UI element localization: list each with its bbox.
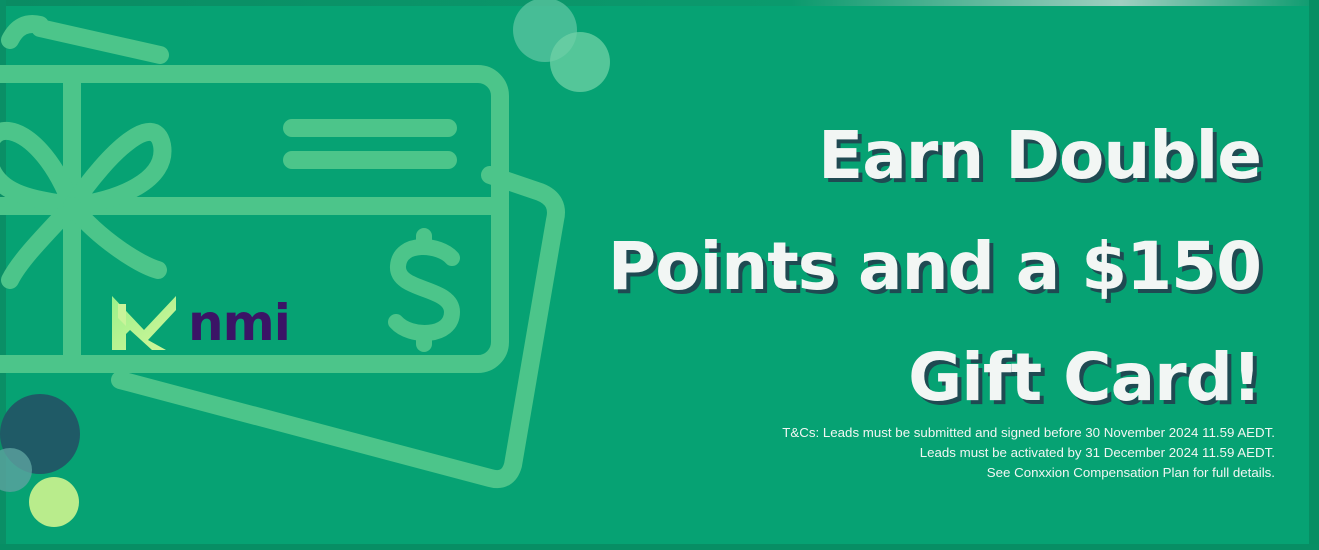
bottom-edge bbox=[0, 544, 1319, 550]
headline-line-3: Gift Card! bbox=[908, 339, 1262, 416]
terms-line-1: T&Cs: Leads must be submitted and signed… bbox=[782, 425, 1275, 440]
right-edge bbox=[1309, 0, 1319, 550]
terms-line-2: Leads must be activated by 31 December 2… bbox=[919, 445, 1275, 460]
headline: Earn Double Points and a $150 Gift Card! bbox=[541, 100, 1262, 433]
headline-line-2: Points and a $150 bbox=[607, 228, 1262, 305]
nmi-logo-mark bbox=[112, 296, 176, 350]
headline-line-1: Earn Double bbox=[818, 117, 1262, 194]
nmi-logo: nmi bbox=[108, 290, 291, 356]
promo-banner: nmi Earn Double Points and a $150 Gift C… bbox=[0, 0, 1319, 550]
logo-text: nmi bbox=[188, 294, 291, 352]
terms-line-3: See Conxxion Compensation Plan for full … bbox=[986, 465, 1275, 480]
terms-and-conditions: T&Cs: Leads must be submitted and signed… bbox=[575, 423, 1275, 483]
dollar-sign-icon bbox=[388, 228, 460, 352]
